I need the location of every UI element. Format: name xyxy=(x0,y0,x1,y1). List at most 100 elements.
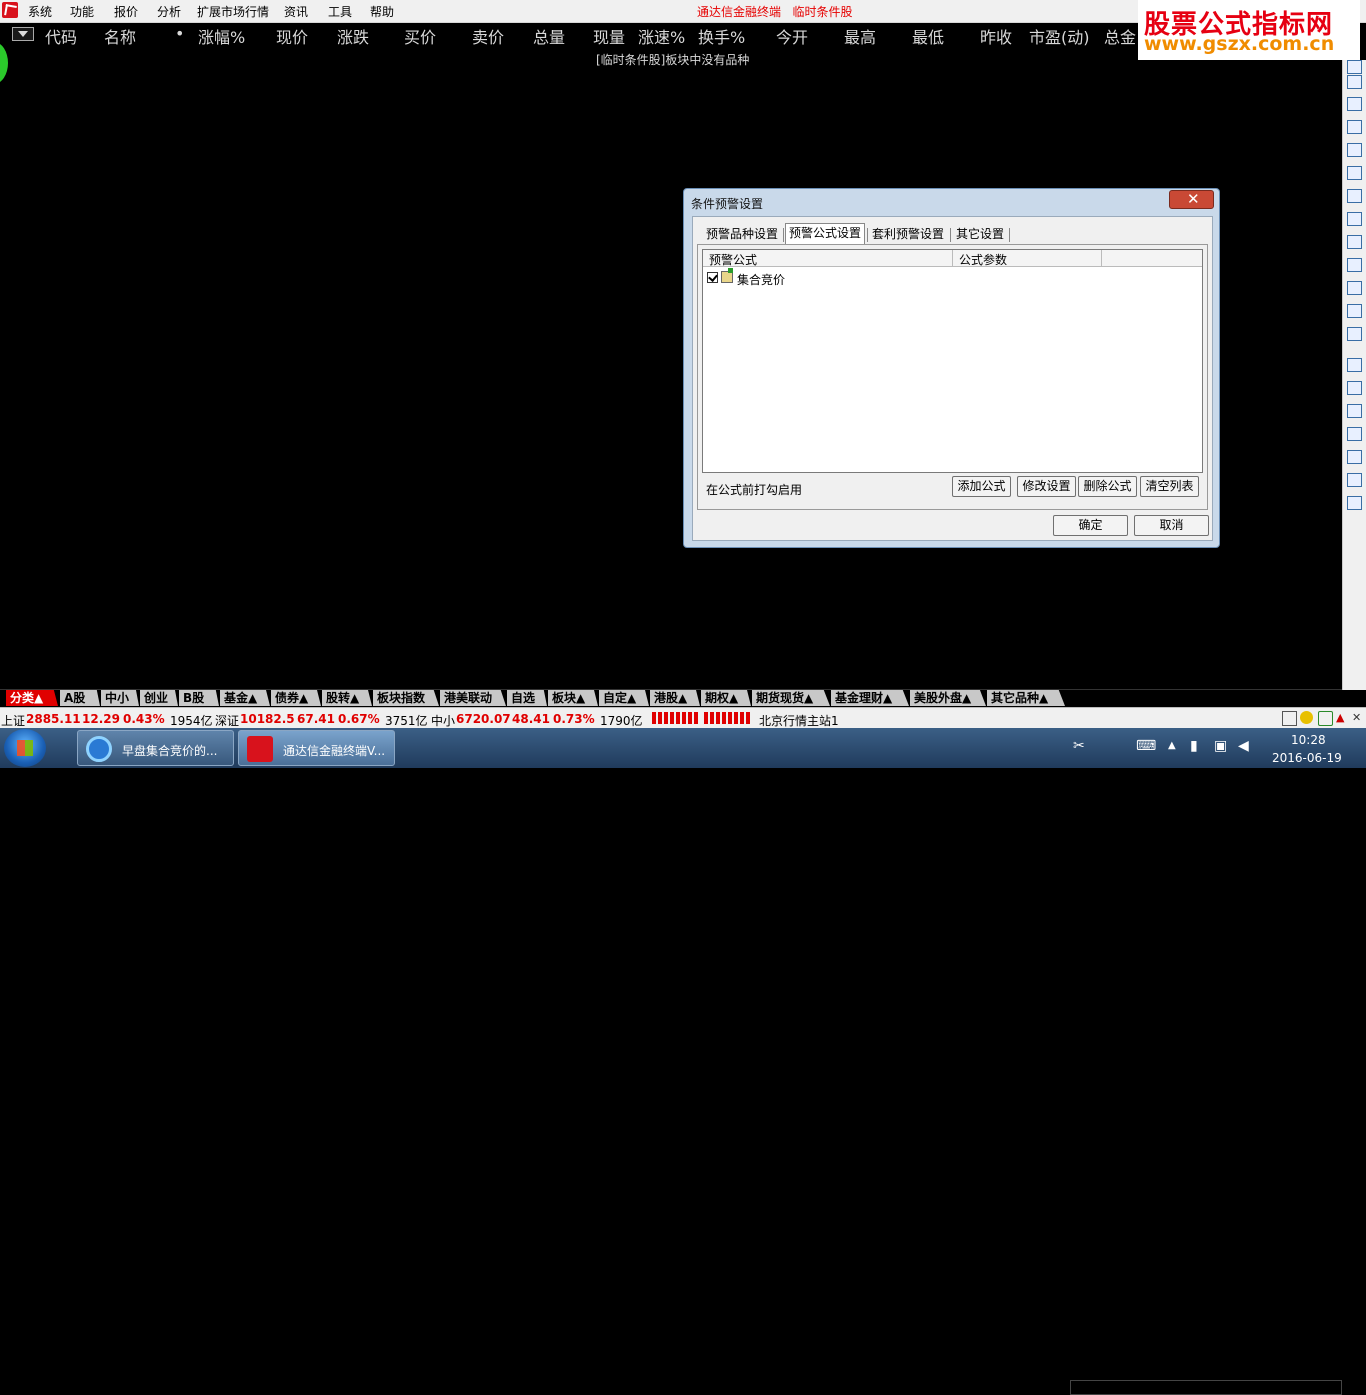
tab-watchlist[interactable]: 自选 xyxy=(507,690,547,706)
col-speed[interactable]: 涨速% xyxy=(638,24,685,48)
tab-futures[interactable]: 期货现货▲ xyxy=(752,690,830,706)
scissors-icon[interactable]: ✂ xyxy=(1073,738,1085,754)
tool-icon[interactable]: ✕ xyxy=(1352,711,1365,724)
f10-icon[interactable] xyxy=(1347,212,1362,226)
tab-sector[interactable]: 板块▲ xyxy=(548,690,598,706)
col-high[interactable]: 最高 xyxy=(844,24,876,48)
arrow-up-icon[interactable] xyxy=(1347,60,1362,74)
floating-green-tab[interactable] xyxy=(0,42,8,84)
start-button[interactable] xyxy=(4,729,46,767)
close-button[interactable]: ✕ xyxy=(1169,190,1214,209)
col-open[interactable]: 今开 xyxy=(776,24,808,48)
cancel-button[interactable]: 取消 xyxy=(1134,515,1209,536)
candlestick-icon[interactable] xyxy=(1347,166,1362,180)
list-header-formula[interactable]: 预警公式 xyxy=(709,251,757,268)
menu-news[interactable]: 资讯 xyxy=(284,3,308,20)
f12-icon[interactable] xyxy=(1347,281,1362,295)
col-name[interactable]: 名称 xyxy=(104,24,136,48)
menu-analysis[interactable]: 分析 xyxy=(157,3,181,20)
server-name[interactable]: 北京行情主站1 xyxy=(759,712,839,729)
list-header-params[interactable]: 公式参数 xyxy=(959,251,1007,268)
detail-icon[interactable] xyxy=(1347,189,1362,203)
document-icon[interactable] xyxy=(1347,258,1362,272)
tab-a-share[interactable]: A股 xyxy=(60,690,100,706)
etf-icon[interactable] xyxy=(1347,427,1362,441)
tab-bond[interactable]: 债券▲ xyxy=(271,690,321,706)
tab-other[interactable]: 其它品种▲ xyxy=(987,690,1065,706)
clock-date[interactable]: 2016-06-19 xyxy=(1272,751,1342,765)
sort-arrows-icon[interactable] xyxy=(1347,381,1362,395)
menu-system[interactable]: 系统 xyxy=(28,3,52,20)
tab-fund[interactable]: 基金▲ xyxy=(220,690,270,706)
col-turnover[interactable]: 换手% xyxy=(698,24,745,48)
col-change[interactable]: 涨跌 xyxy=(337,24,369,48)
tab-custom[interactable]: 自定▲ xyxy=(599,690,649,706)
show-hidden-icons-icon[interactable]: ▲ xyxy=(1168,740,1176,751)
add-formula-button[interactable]: 添加公式 xyxy=(952,476,1011,497)
arrow-up-icon[interactable]: ▲ xyxy=(1336,711,1349,724)
window-icon[interactable] xyxy=(1282,711,1297,726)
volume-icon[interactable]: ◀ xyxy=(1238,738,1249,754)
network-icon[interactable]: ▣ xyxy=(1214,738,1227,754)
tab-fund-finance[interactable]: 基金理财▲ xyxy=(831,690,909,706)
tab-chinext[interactable]: 创业 xyxy=(140,690,178,706)
tab-neeq[interactable]: 股转▲ xyxy=(322,690,372,706)
tab-hk-us-linkage[interactable]: 港美联动 xyxy=(440,690,506,706)
folder-chart-icon[interactable] xyxy=(1347,235,1362,249)
enable-checkbox[interactable] xyxy=(707,272,718,283)
circle-icon[interactable] xyxy=(1347,327,1362,341)
printer-icon[interactable] xyxy=(1347,473,1362,487)
tab-arbitrage-alert[interactable]: 套利预警设置 xyxy=(869,225,947,245)
modify-settings-button[interactable]: 修改设置 xyxy=(1017,476,1076,497)
ok-button[interactable]: 确定 xyxy=(1053,515,1128,536)
col-amount[interactable]: 总金 xyxy=(1104,24,1136,48)
clear-list-button[interactable]: 清空列表 xyxy=(1140,476,1199,497)
taskbar-item-browser[interactable]: 早盘集合竞价的... xyxy=(77,730,234,766)
formula-icon[interactable] xyxy=(1347,304,1362,318)
list-item[interactable]: 集合竞价 xyxy=(707,268,1007,287)
col-bid[interactable]: 买价 xyxy=(404,24,436,48)
tab-other-settings[interactable]: 其它设置 xyxy=(953,225,1007,245)
horizontal-scrollbar[interactable] xyxy=(1070,1380,1342,1395)
tab-b-share[interactable]: B股 xyxy=(179,690,219,706)
usb-icon[interactable]: ▮ xyxy=(1190,738,1198,754)
tab-sme[interactable]: 中小 xyxy=(101,690,139,706)
tab-category[interactable]: 分类▲ xyxy=(6,690,58,706)
list-icon[interactable] xyxy=(1347,97,1362,111)
col-pe[interactable]: 市盈(动) xyxy=(1029,24,1090,48)
tab-sector-index[interactable]: 板块指数 xyxy=(373,690,439,706)
keyboard-icon[interactable]: ⌨ xyxy=(1136,738,1156,754)
clock-time[interactable]: 10:28 xyxy=(1291,733,1326,747)
tab-hk-stock[interactable]: 港股▲ xyxy=(650,690,700,706)
alert-icon[interactable] xyxy=(1300,711,1313,724)
tab-options[interactable]: 期权▲ xyxy=(701,690,751,706)
col-code[interactable]: 代码 xyxy=(45,24,77,48)
col-change-pct[interactable]: 涨幅% xyxy=(198,24,245,48)
menu-tools[interactable]: 工具 xyxy=(328,3,352,20)
signal-icon[interactable] xyxy=(1318,711,1333,726)
line-chart-icon[interactable] xyxy=(1347,143,1362,157)
formula-list[interactable]: 预警公式 公式参数 集合竞价 xyxy=(702,249,1203,473)
arrow-down-icon[interactable] xyxy=(1347,75,1362,89)
folder-icon[interactable] xyxy=(1347,358,1362,372)
col-volume[interactable]: 总量 xyxy=(533,24,565,48)
menu-help[interactable]: 帮助 xyxy=(370,3,394,20)
tab-alert-stocks[interactable]: 预警品种设置 xyxy=(703,225,781,245)
col-ask[interactable]: 卖价 xyxy=(472,24,504,48)
taskbar-item-tdx[interactable]: 通达信金融终端V... xyxy=(238,730,395,766)
tab-alert-formula[interactable]: 预警公式设置 xyxy=(785,223,866,246)
col-price[interactable]: 现价 xyxy=(276,24,308,48)
expand-icon[interactable] xyxy=(1347,404,1362,418)
menu-function[interactable]: 功能 xyxy=(70,3,94,20)
menu-quote[interactable]: 报价 xyxy=(114,3,138,20)
import-icon[interactable] xyxy=(1347,450,1362,464)
menu-extended-market[interactable]: 扩展市场行情 xyxy=(197,3,269,20)
col-prev-close[interactable]: 昨收 xyxy=(980,24,1012,48)
delete-formula-button[interactable]: 删除公式 xyxy=(1078,476,1137,497)
tab-us-foreign[interactable]: 美股外盘▲ xyxy=(910,690,986,706)
col-low[interactable]: 最低 xyxy=(912,24,944,48)
col-current-volume[interactable]: 现量 xyxy=(593,24,625,48)
column-menu-dropdown-icon[interactable] xyxy=(12,27,34,41)
table-icon[interactable] xyxy=(1347,120,1362,134)
gear-icon[interactable] xyxy=(1347,496,1362,510)
